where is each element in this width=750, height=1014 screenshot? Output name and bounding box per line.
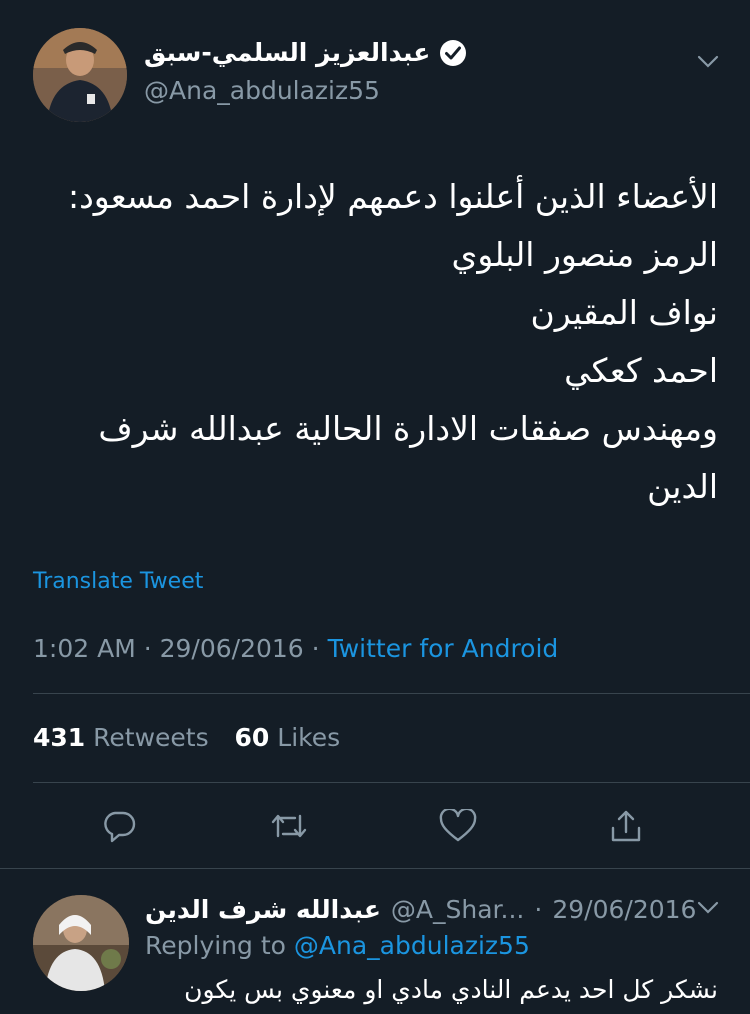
reply-date: 29/06/2016 bbox=[552, 895, 697, 924]
reply-chevron-down-icon[interactable] bbox=[688, 888, 728, 928]
tweet-line: احمد كعكي bbox=[564, 351, 718, 390]
reply-author-handle[interactable]: @A_Shar... bbox=[391, 895, 524, 924]
tweet-stats: 431 Retweets 60 Likes bbox=[33, 723, 340, 752]
tweet-date: 29/06/2016 bbox=[159, 634, 304, 663]
retweets-label: Retweets bbox=[93, 723, 209, 752]
heart-icon[interactable] bbox=[438, 806, 478, 846]
tweet-text: الأعضاء الذين أعلنوا دعمهم لإدارة احمد م… bbox=[40, 168, 718, 516]
share-icon[interactable] bbox=[606, 806, 646, 846]
tweet-line: نواف المقيرن bbox=[530, 293, 719, 332]
reply-author-name[interactable]: عبدالله شرف الدين bbox=[145, 895, 381, 924]
author-name-row: عبدالعزيز السلمي-سبق bbox=[144, 38, 467, 67]
author-name[interactable]: عبدالعزيز السلمي-سبق bbox=[144, 38, 430, 67]
likes-label: Likes bbox=[277, 723, 341, 752]
translate-tweet-link[interactable]: Translate Tweet bbox=[33, 569, 203, 594]
tweet-line: ومهندس صفقات الادارة الحالية عبدالله شرف bbox=[98, 409, 718, 448]
replying-to-handle[interactable]: @Ana_abdulaziz55 bbox=[294, 931, 530, 960]
chevron-down-icon[interactable] bbox=[688, 42, 728, 82]
tweet-meta: 1:02 AM · 29/06/2016 · Twitter for Andro… bbox=[33, 634, 558, 663]
tweet-source-link[interactable]: Twitter for Android bbox=[328, 634, 559, 663]
divider bbox=[33, 782, 750, 783]
likes-count: 60 bbox=[234, 723, 270, 752]
author-avatar-image bbox=[33, 28, 127, 122]
tweet-line: الدين bbox=[647, 467, 718, 506]
retweet-icon[interactable] bbox=[269, 806, 309, 846]
reply-avatar[interactable] bbox=[33, 895, 129, 991]
reply-text: نشكر كل احد يدعم النادي مادي او معنوي بس… bbox=[184, 975, 718, 1004]
meta-separator: · bbox=[143, 634, 152, 663]
reply-icon[interactable] bbox=[99, 806, 139, 846]
replying-to-label: Replying to bbox=[145, 931, 286, 960]
likes-stat[interactable]: 60 Likes bbox=[235, 723, 341, 752]
reply-divider bbox=[0, 868, 750, 869]
tweet-line: الأعضاء الذين أعلنوا دعمهم لإدارة احمد م… bbox=[67, 177, 718, 216]
author-avatar[interactable] bbox=[33, 28, 127, 122]
divider bbox=[33, 693, 750, 694]
reply-separator: · bbox=[534, 895, 543, 924]
meta-separator: · bbox=[311, 634, 320, 663]
retweets-count: 431 bbox=[33, 723, 86, 752]
tweet-time: 1:02 AM bbox=[33, 634, 136, 663]
tweet-line: الرمز منصور البلوي bbox=[451, 235, 718, 274]
verified-badge-icon bbox=[440, 39, 467, 66]
reply-avatar-image bbox=[33, 895, 129, 991]
author-handle[interactable]: @Ana_abdulaziz55 bbox=[144, 76, 380, 105]
replying-to: Replying to @Ana_abdulaziz55 bbox=[145, 931, 530, 960]
reply-header: عبدالله شرف الدين @A_Shar... · 29/06/201… bbox=[145, 895, 696, 924]
retweets-stat[interactable]: 431 Retweets bbox=[33, 723, 217, 752]
